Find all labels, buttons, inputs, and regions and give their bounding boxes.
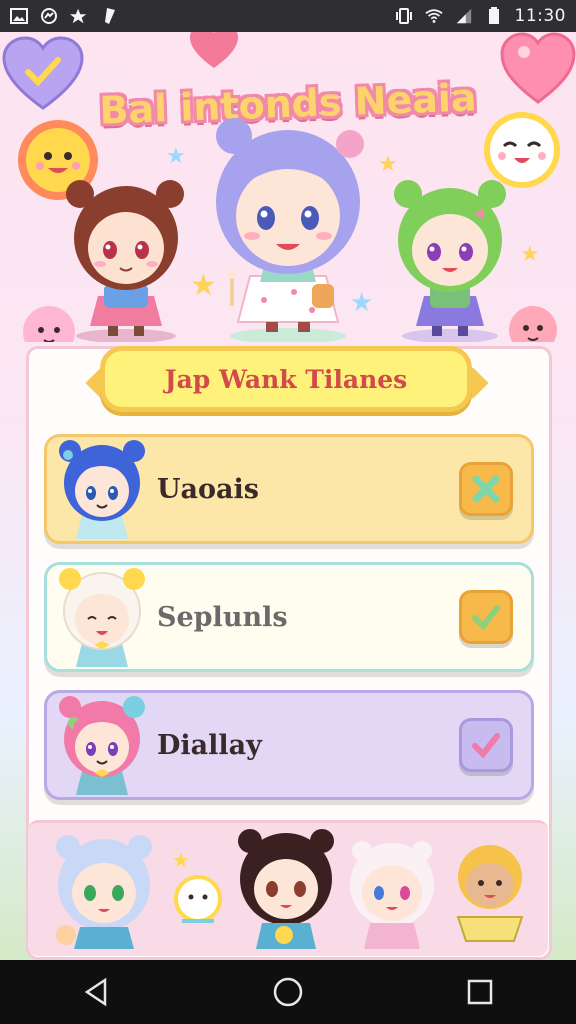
svg-text:★: ★ [172, 848, 190, 872]
checkmark-icon [472, 733, 500, 759]
battery-icon [485, 7, 503, 25]
toggle-checkbox[interactable] [459, 590, 513, 644]
gallery-icon [10, 7, 28, 25]
vibrate-icon [395, 7, 413, 25]
green-hair-character [384, 178, 516, 342]
recents-button[interactable] [450, 962, 510, 1022]
avatar [47, 434, 157, 544]
checkmark-icon [472, 605, 500, 631]
home-button[interactable] [258, 962, 318, 1022]
recents-icon [467, 979, 493, 1005]
list-item-label: Uaoais [157, 473, 260, 505]
messenger-icon [40, 7, 58, 25]
status-left-icons [10, 7, 118, 25]
card-title: Jap Wank Tilanes [164, 364, 408, 394]
list-item-2[interactable]: Seplunls [44, 562, 534, 672]
star-icon: ★ [520, 242, 540, 267]
status-time: 11:30 [514, 6, 566, 26]
list-item-1[interactable]: Uaoais [44, 434, 534, 544]
cloud-creature-icon [476, 108, 568, 196]
flashlight-icon [100, 7, 118, 25]
avatar [47, 690, 157, 800]
x-mark-icon [472, 475, 500, 503]
heart-icon [188, 32, 240, 74]
star-icon [70, 7, 88, 25]
list-item-label: Seplunls [157, 601, 288, 633]
avatar [47, 562, 157, 672]
back-button[interactable] [66, 962, 126, 1022]
signal-icon [455, 7, 473, 25]
list-item-3[interactable]: Diallay [44, 690, 534, 800]
character-group-illustration: ★ [56, 829, 524, 949]
toggle-checkbox[interactable] [459, 718, 513, 772]
back-icon [84, 977, 107, 1007]
home-icon [273, 977, 303, 1007]
header-illustration: Bal intonds Neaia ★ ★ ★ ★ ★ [0, 32, 576, 342]
wifi-icon [424, 7, 443, 25]
navigation-bar [0, 960, 576, 1024]
card-title-banner: Jap Wank Tilanes [100, 346, 472, 412]
lavender-hair-character [194, 116, 382, 342]
status-right-icons: 11:30 [395, 6, 567, 26]
list-item-label: Diallay [157, 729, 262, 761]
status-bar: 11:30 [0, 0, 576, 32]
character-strip: ★ [28, 820, 548, 956]
pink-blob-icon [14, 300, 84, 342]
pink-blob-icon [500, 300, 566, 342]
toggle-checkbox[interactable] [459, 462, 513, 516]
star-icon: ★ [166, 144, 186, 169]
